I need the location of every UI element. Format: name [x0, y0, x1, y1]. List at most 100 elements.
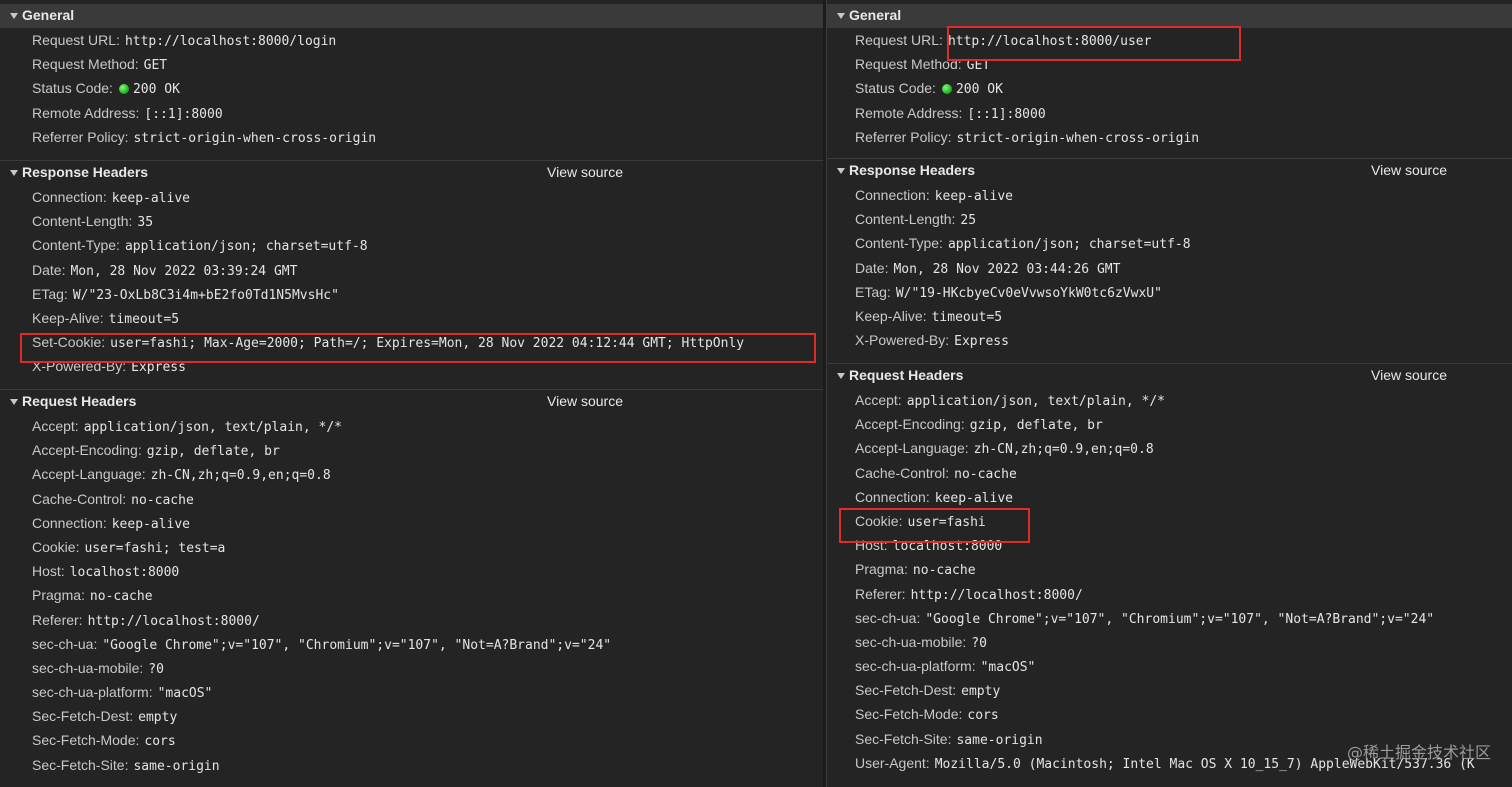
general-section-header[interactable]: General — [827, 4, 1512, 28]
header-value[interactable]: keep-alive — [112, 517, 190, 532]
header-value[interactable]: Mon, 28 Nov 2022 03:39:24 GMT — [70, 264, 297, 279]
header-value[interactable]: empty — [138, 710, 177, 725]
header-row[interactable]: Remote Address: [::1]:8000 — [827, 101, 1512, 125]
header-row[interactable]: Content-Type: application/json; charset=u… — [0, 233, 823, 257]
header-row[interactable]: ETag: W/"19-HKcbyeCv0eVvwsoYkW0tc6zVwxU" — [827, 280, 1512, 304]
header-row[interactable]: Content-Length: 35 — [0, 209, 823, 233]
collapse-arrow-icon[interactable] — [837, 373, 845, 379]
header-row[interactable]: Host: localhost:8000 — [827, 533, 1512, 557]
header-row[interactable]: Sec-Fetch-Mode: cors — [827, 702, 1512, 726]
header-row[interactable]: Cache-Control: no-cache — [827, 461, 1512, 485]
header-row[interactable]: Connection: keep-alive — [827, 183, 1512, 207]
header-row[interactable]: Request URL: http://localhost:8000/user — [827, 28, 1512, 52]
header-value[interactable]: 35 — [137, 215, 153, 230]
header-row[interactable]: Connection: keep-alive — [0, 511, 823, 535]
header-row[interactable]: Host: localhost:8000 — [0, 559, 823, 583]
response-headers-section-header[interactable]: Response Headers View source — [0, 161, 823, 185]
header-row[interactable]: Connection: keep-alive — [827, 485, 1512, 509]
header-row[interactable]: Content-Type: application/json; charset=u… — [827, 231, 1512, 255]
header-row[interactable]: Date: Mon, 28 Nov 2022 03:44:26 GMT — [827, 256, 1512, 280]
header-value[interactable]: cors — [144, 734, 175, 749]
request-headers-section-header[interactable]: Request Headers View source — [827, 364, 1512, 388]
header-row[interactable]: Request Method: GET — [0, 52, 823, 76]
header-value[interactable]: application/json, text/plain, */* — [907, 394, 1165, 409]
header-value[interactable]: ?0 — [971, 636, 987, 651]
collapse-arrow-icon[interactable] — [10, 170, 18, 176]
header-value[interactable]: strict-origin-when-cross-origin — [133, 131, 376, 146]
header-value[interactable]: same-origin — [956, 733, 1042, 748]
collapse-arrow-icon[interactable] — [837, 13, 845, 19]
header-row[interactable]: Sec-Fetch-Mode: cors — [0, 728, 823, 752]
header-row[interactable]: Remote Address: [::1]:8000 — [0, 101, 823, 125]
header-row[interactable]: Cache-Control: no-cache — [0, 487, 823, 511]
header-row[interactable]: Sec-Fetch-Site: same-origin — [0, 753, 823, 777]
header-row[interactable]: Request Method: GET — [827, 52, 1512, 76]
header-value[interactable]: cors — [967, 708, 998, 723]
header-value[interactable]: application/json; charset=utf-8 — [125, 239, 368, 254]
header-row[interactable]: Keep-Alive: timeout=5 — [0, 306, 823, 330]
response-headers-section-header[interactable]: Response Headers View source — [827, 159, 1512, 183]
header-row[interactable]: Status Code: 200 OK — [827, 76, 1512, 100]
header-row[interactable]: Date: Mon, 28 Nov 2022 03:39:24 GMT — [0, 258, 823, 282]
header-value[interactable]: Mon, 28 Nov 2022 03:44:26 GMT — [893, 262, 1120, 277]
collapse-arrow-icon[interactable] — [10, 13, 18, 19]
header-value[interactable]: empty — [961, 684, 1000, 699]
header-row[interactable]: Accept-Encoding: gzip, deflate, br — [827, 412, 1512, 436]
collapse-arrow-icon[interactable] — [837, 168, 845, 174]
header-value[interactable]: [::1]:8000 — [144, 107, 222, 122]
header-value[interactable]: no-cache — [131, 493, 194, 508]
header-value[interactable]: 200 OK — [133, 82, 180, 97]
header-row[interactable]: X-Powered-By: Express — [827, 328, 1512, 352]
collapse-arrow-icon[interactable] — [10, 399, 18, 405]
view-source-link[interactable]: View source — [547, 164, 623, 180]
header-value[interactable]: ?0 — [148, 662, 164, 677]
header-value[interactable]: application/json; charset=utf-8 — [948, 237, 1191, 252]
header-row[interactable]: Connection: keep-alive — [0, 185, 823, 209]
header-value[interactable]: 25 — [960, 213, 976, 228]
header-row[interactable]: sec-ch-ua: "Google Chrome";v="107", "Chro… — [0, 632, 823, 656]
header-row[interactable]: sec-ch-ua-mobile: ?0 — [827, 630, 1512, 654]
header-value[interactable]: [::1]:8000 — [967, 107, 1045, 122]
header-row[interactable]: Content-Length: 25 — [827, 207, 1512, 231]
header-value[interactable]: timeout=5 — [109, 312, 179, 327]
header-row[interactable]: Cookie: user=fashi; test=a — [0, 535, 823, 559]
header-value[interactable]: user=fashi; test=a — [84, 541, 225, 556]
header-row[interactable]: Referer: http://localhost:8000/ — [827, 582, 1512, 606]
header-row[interactable]: Pragma: no-cache — [827, 557, 1512, 581]
header-value[interactable]: http://localhost:8000/user — [948, 34, 1152, 49]
header-value[interactable]: http://localhost:8000/login — [125, 34, 336, 49]
header-row[interactable]: Referer: http://localhost:8000/ — [0, 608, 823, 632]
header-row[interactable]: Accept-Encoding: gzip, deflate, br — [0, 438, 823, 462]
header-value[interactable]: http://localhost:8000/ — [88, 614, 260, 629]
header-value[interactable]: zh-CN,zh;q=0.9,en;q=0.8 — [974, 442, 1154, 457]
header-value[interactable]: no-cache — [954, 467, 1017, 482]
header-value[interactable]: gzip, deflate, br — [147, 444, 280, 459]
header-row[interactable]: Request URL: http://localhost:8000/login — [0, 28, 823, 52]
header-value[interactable]: user=fashi — [907, 515, 985, 530]
header-value[interactable]: no-cache — [913, 563, 976, 578]
header-value[interactable]: gzip, deflate, br — [970, 418, 1103, 433]
header-value[interactable]: Express — [131, 360, 186, 375]
header-value[interactable]: same-origin — [133, 759, 219, 774]
header-row[interactable]: Referrer Policy: strict-origin-when-cross… — [827, 125, 1512, 149]
header-value[interactable]: W/"23-OxLb8C3i4m+bE2fo0Td1N5MvsHc" — [73, 288, 339, 303]
header-value[interactable]: "Google Chrome";v="107", "Chromium";v="1… — [925, 612, 1434, 627]
header-value[interactable]: application/json, text/plain, */* — [84, 420, 342, 435]
header-row[interactable]: Pragma: no-cache — [0, 583, 823, 607]
header-value[interactable]: http://localhost:8000/ — [911, 588, 1083, 603]
header-row[interactable]: Status Code: 200 OK — [0, 76, 823, 100]
header-value[interactable]: W/"19-HKcbyeCv0eVvwsoYkW0tc6zVwxU" — [896, 286, 1162, 301]
header-value[interactable]: strict-origin-when-cross-origin — [956, 131, 1199, 146]
header-value[interactable]: zh-CN,zh;q=0.9,en;q=0.8 — [151, 468, 331, 483]
header-row[interactable]: Sec-Fetch-Dest: empty — [0, 704, 823, 728]
view-source-link[interactable]: View source — [1371, 162, 1447, 178]
header-value[interactable]: "macOS" — [981, 660, 1036, 675]
header-row[interactable]: ETag: W/"23-OxLb8C3i4m+bE2fo0Td1N5MvsHc" — [0, 282, 823, 306]
request-headers-section-header[interactable]: Request Headers View source — [0, 390, 823, 414]
header-row[interactable]: Keep-Alive: timeout=5 — [827, 304, 1512, 328]
header-row[interactable]: sec-ch-ua-mobile: ?0 — [0, 656, 823, 680]
header-row[interactable]: Accept-Language: zh-CN,zh;q=0.9,en;q=0.8 — [0, 462, 823, 486]
header-row[interactable]: Set-Cookie: user=fashi; Max-Age=2000; Pat… — [0, 330, 823, 354]
header-row[interactable]: X-Powered-By: Express — [0, 354, 823, 378]
header-value[interactable]: localhost:8000 — [893, 539, 1003, 554]
